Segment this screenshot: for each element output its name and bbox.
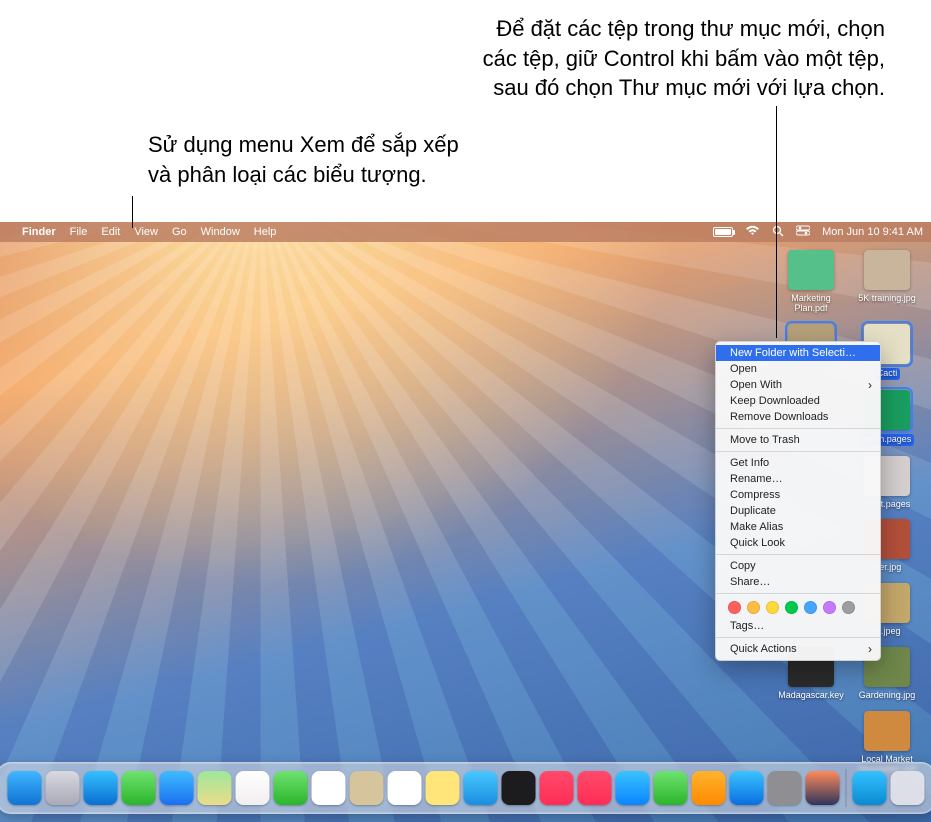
menu-item[interactable]: New Folder with Selection (3 Items) bbox=[716, 345, 880, 361]
menu-item[interactable]: Duplicate bbox=[716, 503, 880, 519]
dock-divider bbox=[845, 769, 846, 807]
dock-app-messages[interactable] bbox=[121, 771, 155, 805]
menu-item[interactable]: Move to Trash bbox=[716, 432, 880, 448]
menu-item[interactable]: Tags… bbox=[716, 618, 880, 634]
dock-app-mail[interactable] bbox=[159, 771, 193, 805]
tag-color-dot[interactable] bbox=[747, 601, 760, 614]
control-center-icon[interactable] bbox=[796, 225, 810, 239]
dock-app-podcasts[interactable] bbox=[615, 771, 649, 805]
dock-app-trash[interactable] bbox=[890, 771, 924, 805]
menu-item[interactable]: Get Info bbox=[716, 455, 880, 471]
callout-line: các tệp, giữ Control khi bấm vào một tệp… bbox=[165, 44, 885, 74]
menu-item[interactable]: Open With bbox=[716, 377, 880, 393]
file-thumbnail bbox=[864, 711, 910, 751]
dock-app-phone-mirror[interactable] bbox=[805, 771, 839, 805]
file-thumbnail bbox=[864, 250, 910, 290]
menubar-item-window[interactable]: Window bbox=[201, 226, 240, 238]
menubar-item-go[interactable]: Go bbox=[172, 226, 187, 238]
context-menu: New Folder with Selection (3 Items)OpenO… bbox=[715, 341, 881, 661]
file-label: 5K training.jpg bbox=[858, 294, 916, 304]
tag-color-dot[interactable] bbox=[823, 601, 836, 614]
tag-color-dot[interactable] bbox=[728, 601, 741, 614]
tag-color-dot[interactable] bbox=[804, 601, 817, 614]
file-thumbnail bbox=[788, 250, 834, 290]
menubar-datetime[interactable]: Mon Jun 10 9:41 AM bbox=[822, 226, 923, 238]
callout-leader-line bbox=[132, 196, 133, 228]
wifi-icon[interactable] bbox=[745, 225, 760, 239]
dock-app-contacts[interactable] bbox=[349, 771, 383, 805]
file-label: Marketing Plan.pdf bbox=[776, 294, 846, 314]
menu-item[interactable]: Share… bbox=[716, 574, 880, 590]
menu-item[interactable]: Compress bbox=[716, 487, 880, 503]
dock-app-calendar[interactable] bbox=[311, 771, 345, 805]
menu-separator bbox=[716, 554, 880, 555]
dock bbox=[0, 762, 931, 814]
menu-item[interactable]: Quick Look bbox=[716, 535, 880, 551]
dock-app-pages[interactable] bbox=[691, 771, 725, 805]
menu-item[interactable]: Rename… bbox=[716, 471, 880, 487]
callout-new-folder: Để đặt các tệp trong thư mục mới, chọn c… bbox=[165, 14, 885, 103]
dock-app-downloads[interactable] bbox=[852, 771, 886, 805]
menu-separator bbox=[716, 451, 880, 452]
spotlight-icon[interactable] bbox=[772, 225, 784, 240]
dock-app-reminders[interactable] bbox=[387, 771, 421, 805]
callout-line: và phân loại các biểu tượng. bbox=[148, 160, 568, 190]
dock-app-music[interactable] bbox=[539, 771, 573, 805]
menu-separator bbox=[716, 428, 880, 429]
dock-app-photos[interactable] bbox=[235, 771, 269, 805]
menu-tag-colors bbox=[716, 597, 880, 618]
menubar-item-help[interactable]: Help bbox=[254, 226, 277, 238]
menu-separator bbox=[716, 593, 880, 594]
tag-color-dot[interactable] bbox=[842, 601, 855, 614]
callout-leader-line bbox=[776, 106, 777, 338]
desktop-file[interactable]: Marketing Plan.pdf bbox=[775, 250, 847, 314]
file-label: Gardening.jpg bbox=[859, 691, 916, 701]
callout-line: Sử dụng menu Xem để sắp xếp bbox=[148, 130, 568, 160]
dock-app-notes[interactable] bbox=[425, 771, 459, 805]
dock-app-finder[interactable] bbox=[7, 771, 41, 805]
desktop[interactable]: Finder File Edit View Go Window Help Mon Jun … bbox=[0, 222, 931, 822]
menu-separator bbox=[716, 637, 880, 638]
dock-app-numbers[interactable] bbox=[653, 771, 687, 805]
dock-app-tv[interactable] bbox=[501, 771, 535, 805]
callout-line: sau đó chọn Thư mục mới với lựa chọn. bbox=[165, 73, 885, 103]
menu-item[interactable]: Make Alias bbox=[716, 519, 880, 535]
menubar-item-file[interactable]: File bbox=[70, 226, 88, 238]
callout-line: Để đặt các tệp trong thư mục mới, chọn bbox=[165, 14, 885, 44]
menubar-item-view[interactable]: View bbox=[134, 226, 158, 238]
dock-app-appstore[interactable] bbox=[729, 771, 763, 805]
dock-app-facetime[interactable] bbox=[273, 771, 307, 805]
dock-app-maps[interactable] bbox=[197, 771, 231, 805]
menu-item[interactable]: Copy bbox=[716, 558, 880, 574]
battery-icon[interactable] bbox=[713, 227, 733, 237]
dock-app-news[interactable] bbox=[577, 771, 611, 805]
menu-item[interactable]: Open bbox=[716, 361, 880, 377]
callout-view-menu: Sử dụng menu Xem để sắp xếp và phân loại… bbox=[148, 130, 568, 189]
app-menu[interactable]: Finder bbox=[22, 226, 56, 238]
menu-item[interactable]: Quick Actions bbox=[716, 641, 880, 657]
menu-item[interactable]: Remove Downloads bbox=[716, 409, 880, 425]
dock-app-freeform[interactable] bbox=[463, 771, 497, 805]
tag-color-dot[interactable] bbox=[785, 601, 798, 614]
dock-app-launchpad[interactable] bbox=[45, 771, 79, 805]
menubar: Finder File Edit View Go Window Help Mon Jun … bbox=[0, 222, 931, 242]
desktop-file[interactable]: 5K training.jpg bbox=[851, 250, 923, 314]
file-label: Madagascar.key bbox=[778, 691, 844, 701]
dock-app-safari[interactable] bbox=[83, 771, 117, 805]
dock-app-settings[interactable] bbox=[767, 771, 801, 805]
tag-color-dot[interactable] bbox=[766, 601, 779, 614]
menubar-item-edit[interactable]: Edit bbox=[101, 226, 120, 238]
menu-item[interactable]: Keep Downloaded bbox=[716, 393, 880, 409]
